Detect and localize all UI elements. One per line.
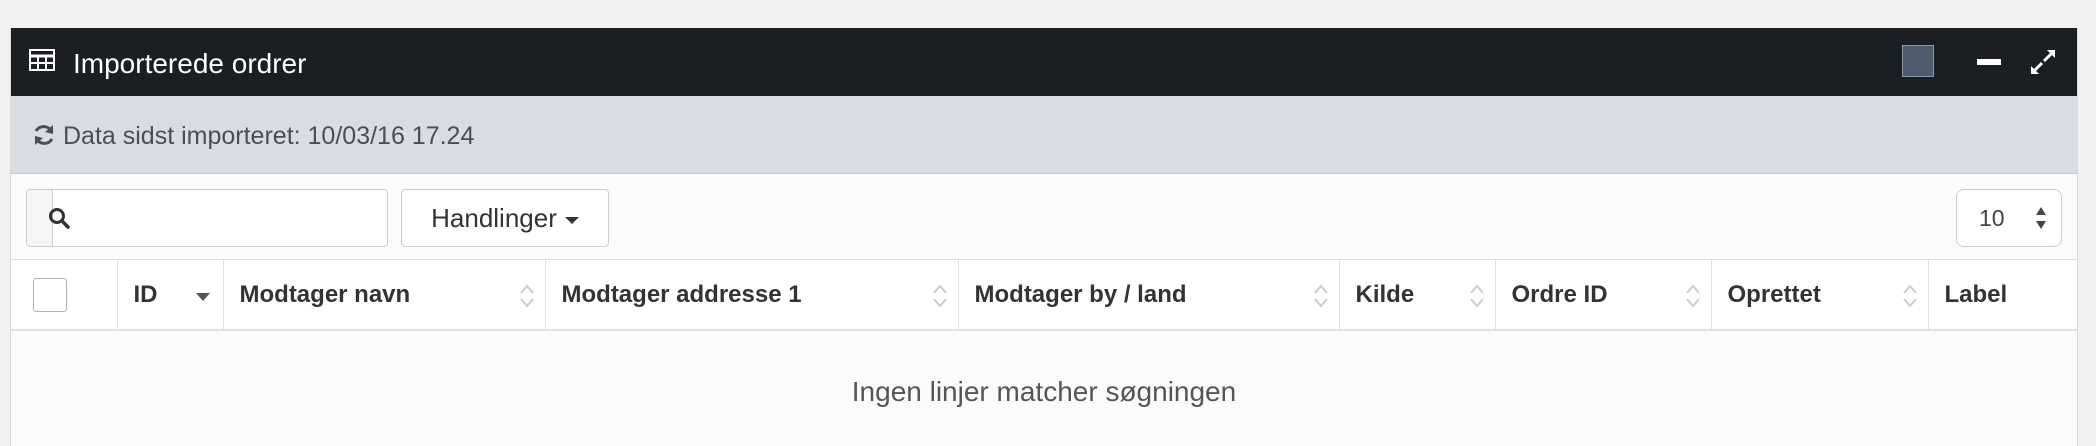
select-all-header bbox=[11, 260, 118, 331]
up-down-arrows-icon bbox=[2036, 207, 2046, 229]
table-toolbar: Handlinger 10 bbox=[11, 174, 2077, 260]
search-icon bbox=[49, 208, 70, 229]
page-size-value: 10 bbox=[1979, 204, 2005, 231]
column-header-address[interactable]: Modtager addresse 1 bbox=[545, 260, 959, 331]
column-header-source[interactable]: Kilde bbox=[1339, 260, 1496, 331]
import-info-bar: Data sidst importeret: 10/03/16 17.24 bbox=[11, 96, 2077, 174]
sort-both-icon bbox=[1313, 284, 1328, 308]
sort-both-icon bbox=[1469, 284, 1484, 308]
table-icon bbox=[29, 49, 55, 71]
panel-titlebar: Importerede ordrer bbox=[11, 28, 2077, 96]
empty-message: Ingen linjer matcher søgningen bbox=[11, 330, 2077, 446]
actions-dropdown-button[interactable]: Handlinger bbox=[401, 189, 609, 247]
last-import-text: Data sidst importeret: 10/03/16 17.24 bbox=[63, 122, 475, 150]
sort-both-icon bbox=[1902, 284, 1917, 308]
caret-down-icon bbox=[564, 216, 579, 224]
empty-row: Ingen linjer matcher søgningen bbox=[11, 330, 2077, 446]
sort-both-icon bbox=[1685, 284, 1700, 308]
panel-title: Importerede ordrer bbox=[73, 48, 307, 79]
column-header-label[interactable]: Label bbox=[1928, 260, 2077, 331]
column-header-created[interactable]: Oprettet bbox=[1711, 260, 1929, 331]
expand-icon[interactable] bbox=[2027, 46, 2059, 78]
refresh-icon[interactable] bbox=[31, 122, 57, 148]
minimize-icon[interactable] bbox=[1975, 48, 2003, 76]
sort-desc-icon bbox=[195, 293, 210, 301]
table-header-row: ID Modtager navn Modtager addresse 1 Mod… bbox=[11, 260, 2077, 331]
column-header-name[interactable]: Modtager navn bbox=[223, 260, 546, 331]
sort-both-icon bbox=[932, 284, 947, 308]
search-group bbox=[26, 189, 388, 247]
color-swatch-icon[interactable] bbox=[1902, 45, 1934, 77]
column-header-id[interactable]: ID bbox=[117, 260, 224, 331]
search-addon bbox=[27, 190, 70, 246]
actions-label: Handlinger bbox=[431, 202, 557, 233]
page-size-select[interactable]: 10 bbox=[1956, 189, 2062, 247]
imported-orders-panel: Importerede ordrer Data sidst importeret… bbox=[10, 28, 2078, 446]
search-input[interactable] bbox=[53, 190, 387, 246]
column-header-order-id[interactable]: Ordre ID bbox=[1495, 260, 1712, 331]
orders-table: ID Modtager navn Modtager addresse 1 Mod… bbox=[11, 260, 2077, 446]
sort-both-icon bbox=[519, 284, 534, 308]
select-all-checkbox[interactable] bbox=[33, 277, 67, 312]
column-header-city[interactable]: Modtager by / land bbox=[958, 260, 1340, 331]
